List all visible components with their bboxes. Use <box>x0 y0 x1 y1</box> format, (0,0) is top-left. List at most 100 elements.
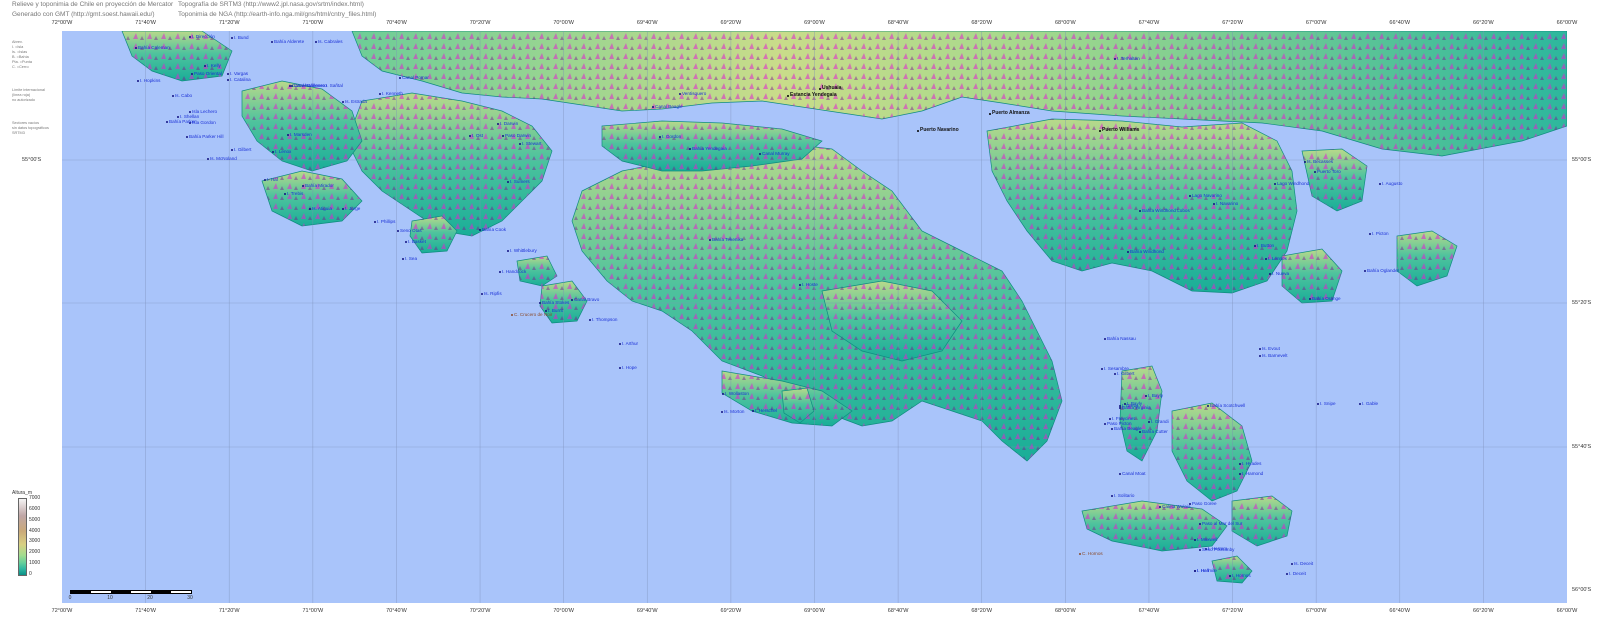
place-label: Isla Gordon <box>192 120 216 125</box>
place-marker <box>519 143 521 145</box>
place-label: Is. Evout <box>1262 346 1280 351</box>
relief-map[interactable] <box>62 31 1567 603</box>
place-label: I. Gable <box>1362 401 1379 406</box>
place-label: Canal Beagle <box>655 104 683 109</box>
place-label: I. Snipe <box>1320 401 1336 406</box>
place-marker <box>397 230 399 232</box>
place-label: Bahía Windhond Lobos <box>1142 208 1190 213</box>
lon-tick-top: 69°40'W <box>636 20 658 26</box>
place-label: I. Bayly <box>1148 393 1164 398</box>
place-marker <box>511 314 513 316</box>
place-marker <box>1265 258 1267 260</box>
place-marker <box>1101 368 1103 370</box>
legend-label: 3000 <box>29 538 41 545</box>
place-marker <box>302 185 304 187</box>
place-label: Bahía Windhond <box>1130 249 1164 254</box>
place-label: Is. Becasses <box>1307 159 1334 164</box>
place-label: Puerto Williams <box>1102 127 1140 133</box>
place-marker <box>189 111 191 113</box>
map-title: Relieve y toponimia de Chile en proyecci… <box>12 1 174 8</box>
place-marker <box>1159 506 1161 508</box>
lon-tick-bottom: 66°40'W <box>1389 608 1411 614</box>
place-label: I. Jorge <box>345 206 361 211</box>
lon-tick-bottom: 67°20'W <box>1222 608 1243 614</box>
lat-tick-left: 55°00'S <box>22 157 42 163</box>
place-marker <box>1119 407 1121 409</box>
place-label: Bahía Orange <box>1312 296 1341 301</box>
place-label: I. Ost <box>472 133 483 138</box>
place-label: I. Deceit <box>1289 571 1306 576</box>
place-marker <box>1286 573 1288 575</box>
place-label: I. Whittlebury <box>510 248 537 253</box>
sectors-note: Sectores vacíos sin datos topográficos SRT… <box>12 121 49 136</box>
place-marker <box>186 136 188 138</box>
lon-tick-top: 66°40'W <box>1389 20 1411 26</box>
place-label: I. Kelly <box>207 63 221 68</box>
place-marker <box>819 88 821 90</box>
place-label: Bahía Tekenika <box>712 237 744 242</box>
place-label: I. Navarino <box>1216 201 1239 206</box>
place-marker <box>191 73 193 75</box>
place-label: I. Nueva <box>1272 271 1290 276</box>
place-label: Canal Moat <box>1122 471 1146 476</box>
place-marker <box>1359 403 1361 405</box>
place-marker <box>1259 348 1261 350</box>
place-label: Is. McNoland <box>210 156 237 161</box>
place-marker <box>287 134 289 136</box>
place-label: I. Gordon <box>662 134 682 139</box>
place-marker <box>481 293 483 295</box>
place-marker <box>1269 273 1271 275</box>
sectors-note-line: SRTM3 <box>12 131 25 135</box>
place-label: Bahía Mirador <box>305 183 334 188</box>
place-marker <box>172 95 174 97</box>
map-credits-right: Topografía de SRTM3 (http://www2.jpl.nas… <box>178 0 376 20</box>
lon-tick-bottom: 68°00'W <box>1054 608 1076 614</box>
place-label: Bahía Oglander <box>1367 268 1400 273</box>
place-label: Bahía Stokes <box>542 300 570 305</box>
lon-tick-top: 67°20'W <box>1222 20 1243 26</box>
place-label: Lago Windhond <box>1277 181 1310 186</box>
legend-label: 7000 <box>29 495 41 501</box>
place-label: Canal Murray <box>762 151 790 156</box>
place-marker <box>342 101 344 103</box>
place-label: I. Hope <box>622 365 637 370</box>
place-label: Is. Ripfis <box>484 291 502 296</box>
place-marker <box>497 123 499 125</box>
place-marker <box>1199 523 1201 525</box>
lon-tick-top: 66°20'W <box>1473 20 1494 26</box>
lon-tick-bottom: 66°00'W <box>1556 608 1578 614</box>
place-marker <box>1111 428 1113 430</box>
map-frame[interactable]: I. Dirección I. Bund Bahía Alderete Is. Cab… <box>62 31 1567 603</box>
place-label: I. Lennox <box>1268 256 1287 261</box>
place-label: I. Vargas <box>230 71 249 76</box>
place-marker <box>1189 195 1191 197</box>
place-label: I. Sea <box>405 256 418 261</box>
place-label: Is. Cabo <box>175 93 193 98</box>
place-marker <box>264 179 266 181</box>
place-label: I. Terhalten <box>1117 56 1140 61</box>
place-marker <box>1127 251 1129 253</box>
place-label: I. Sesambre <box>1104 366 1129 371</box>
place-label: I. Kenneth <box>382 91 403 96</box>
place-marker <box>709 239 711 241</box>
lon-tick-top: 71°20'W <box>218 20 240 26</box>
place-marker <box>539 302 541 304</box>
lon-tick-bottom: 67°00'W <box>1305 608 1327 614</box>
border-note: Límite internacional (línea roja) no autor… <box>12 88 49 103</box>
place-marker <box>227 73 229 75</box>
lon-tick-top: 69°00'W <box>804 20 825 26</box>
place-marker <box>1104 338 1106 340</box>
place-marker <box>227 79 229 81</box>
abbrev-note: Abrev. I. =Isla Is. =Islas B. =Bahía Pta. =P… <box>12 40 49 70</box>
lon-tick-top: 67°00'W <box>1305 20 1327 26</box>
place-marker <box>374 221 376 223</box>
place-label: I. Trebis <box>287 191 304 196</box>
lon-tick-bottom: 68°40'W <box>887 608 909 614</box>
place-marker <box>759 153 761 155</box>
place-label: Paso Picton <box>1107 421 1132 426</box>
place-label: I. Sumers <box>510 179 530 184</box>
place-marker <box>1229 575 1231 577</box>
place-label: I. Hoste <box>802 282 818 287</box>
place-label: Is. Barnevelt <box>1262 353 1288 358</box>
place-marker <box>917 130 919 132</box>
